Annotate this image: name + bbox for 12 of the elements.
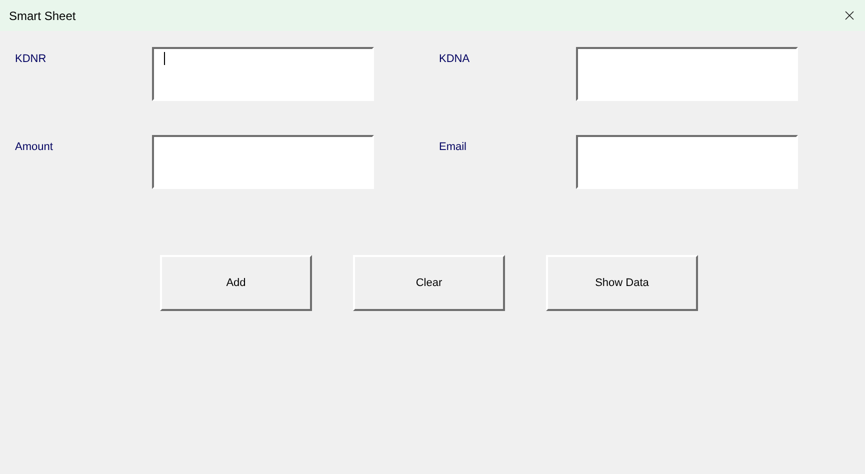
input-field[interactable] (152, 135, 374, 189)
field-label: Amount (15, 140, 53, 153)
window-title: Smart Sheet (9, 8, 76, 22)
field-label: Email (439, 140, 467, 153)
form-button[interactable]: Clear (353, 255, 505, 311)
field-label: KDNA (439, 52, 470, 65)
input-field[interactable] (152, 47, 374, 101)
input-field[interactable] (576, 135, 798, 189)
form-button[interactable]: Show Data (546, 255, 698, 311)
field-label: KDNR (15, 52, 46, 65)
form-button[interactable]: Add (160, 255, 312, 311)
input-field[interactable] (576, 47, 798, 101)
